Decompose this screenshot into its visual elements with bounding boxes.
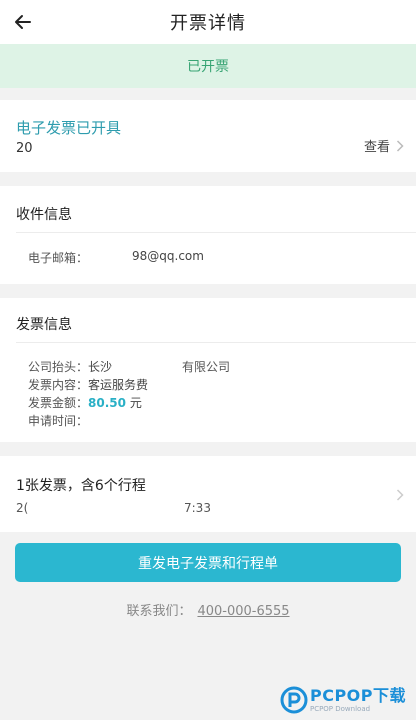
invoice-info-card: 发票信息 公司抬头：长沙 有限公司 发票内容：客运服务费 发票金额：80.50 … bbox=[0, 298, 416, 442]
invoice-info-title: 发票信息 bbox=[16, 317, 72, 333]
pcpop-logo-icon bbox=[280, 686, 308, 714]
top-navigation-bar: 开票详情 bbox=[0, 0, 416, 44]
amount-value: 80.50 bbox=[88, 396, 126, 410]
resend-invoice-button[interactable]: 重发电子发票和行程单 bbox=[15, 543, 401, 582]
pcpop-watermark: PCPOP下载 PCPOP Download bbox=[280, 686, 406, 714]
company-suffix: 有限公司 bbox=[182, 360, 231, 374]
trip-time-end: 7:33 bbox=[184, 501, 211, 515]
recipient-info-title: 收件信息 bbox=[16, 207, 72, 223]
divider bbox=[16, 342, 416, 343]
view-invoice-label: 查看 bbox=[363, 140, 390, 155]
page-title: 开票详情 bbox=[170, 13, 246, 34]
content-label: 发票内容： bbox=[28, 378, 89, 392]
invoice-issued-card: 电子发票已开具 20 查看 bbox=[0, 100, 416, 172]
watermark-sub: PCPOP Download bbox=[309, 704, 371, 713]
chevron-right-icon bbox=[396, 139, 404, 152]
recipient-info-card: 收件信息 电子邮箱： 98@qq.com bbox=[0, 186, 416, 284]
chevron-right-icon bbox=[396, 486, 404, 505]
contact-label: 联系我们： bbox=[126, 604, 192, 619]
apply-time-row: 申请时间： bbox=[28, 412, 88, 429]
watermark-brand: PCPOP下载 bbox=[309, 685, 406, 705]
company-row: 公司抬头：长沙 bbox=[28, 358, 112, 375]
invoice-issued-title: 电子发票已开具 bbox=[16, 119, 122, 137]
email-value: 98@qq.com bbox=[132, 249, 204, 263]
content-row: 发票内容：客运服务费 bbox=[28, 376, 148, 393]
email-label: 电子邮箱： bbox=[28, 251, 89, 265]
view-invoice-link[interactable]: 查看 bbox=[364, 136, 404, 155]
trips-summary-card[interactable]: 1张发票，含6个行程 2( 7:33 bbox=[0, 456, 416, 532]
company-prefix: 长沙 bbox=[88, 360, 113, 374]
back-button[interactable] bbox=[6, 6, 40, 38]
contact-phone-link[interactable]: 400-000-6555 bbox=[197, 604, 289, 619]
trips-summary-title: 1张发票，含6个行程 bbox=[16, 478, 146, 494]
divider bbox=[16, 232, 416, 233]
company-label: 公司抬头： bbox=[28, 360, 89, 374]
back-arrow-icon bbox=[15, 15, 31, 29]
email-row: 电子邮箱： 98@qq.com bbox=[28, 249, 204, 266]
contact-us: 联系我们： 400-000-6555 bbox=[0, 600, 416, 619]
content-value: 客运服务费 bbox=[88, 378, 149, 392]
amount-label: 发票金额： bbox=[28, 396, 89, 410]
amount-row: 发票金额：80.50 元 bbox=[28, 394, 142, 411]
invoice-status-banner: 已开票 bbox=[0, 44, 416, 88]
trip-time-start: 2( bbox=[16, 501, 29, 515]
apply-time-label: 申请时间： bbox=[28, 414, 89, 428]
amount-unit: 元 bbox=[129, 396, 142, 410]
status-text: 已开票 bbox=[187, 59, 229, 75]
invoice-number: 20 bbox=[16, 141, 33, 156]
